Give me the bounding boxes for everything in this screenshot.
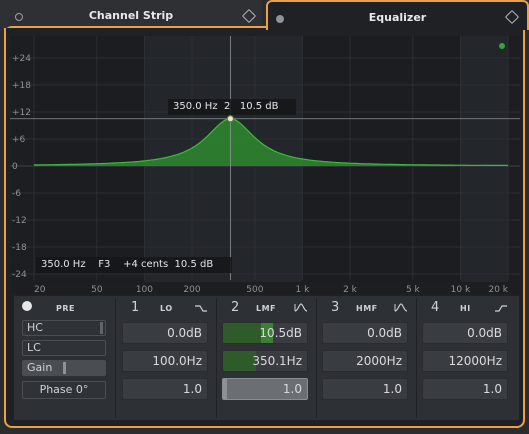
low-shelf-icon[interactable]: [194, 302, 208, 314]
band-1: 1 LO 0.0dB 100.0Hz 1.0: [118, 296, 216, 420]
gain-slider-handle[interactable]: [63, 362, 66, 374]
high-shelf-icon[interactable]: [494, 302, 508, 314]
band-number: 3: [331, 300, 340, 315]
y-axis-label: -12: [12, 216, 27, 226]
band-4-freq-field[interactable]: 12000Hz: [422, 350, 508, 372]
hc-label: HC: [27, 321, 43, 334]
gain-slider[interactable]: Gain: [22, 360, 106, 376]
band-2-gain-field[interactable]: 10.5dB: [222, 322, 308, 344]
band-number: 2: [231, 300, 240, 315]
field-value: 1.0: [282, 382, 302, 396]
pre-label: PRE: [56, 304, 75, 313]
divider: [416, 298, 417, 418]
gain-fill-base: [223, 323, 261, 343]
field-value: 1.0: [382, 382, 402, 396]
phase-button[interactable]: Phase 0°: [22, 381, 106, 399]
y-axis-label: +12: [12, 108, 31, 118]
cursor-readout: 350.0 Hz F3 +4 cents 10.5 dB: [36, 257, 232, 273]
q-fill: [223, 379, 227, 399]
x-axis-label: 500: [246, 285, 263, 294]
x-axis-label: 2 k: [343, 285, 358, 294]
band-3-q-field[interactable]: 1.0: [322, 378, 408, 400]
phase-label: Phase 0°: [39, 383, 89, 396]
band-1-freq-field[interactable]: 100.0Hz: [122, 350, 208, 372]
field-value: 2000Hz: [356, 354, 402, 368]
eq-control-panel: PRE HC LC Gain Phase 0° 1 LO 0.0dB 100.0…: [14, 296, 519, 420]
band-4-gain-field[interactable]: 0.0dB: [422, 322, 508, 344]
y-axis-label: +6: [12, 135, 26, 145]
divider: [216, 298, 217, 418]
pre-section: PRE HC LC Gain Phase 0°: [14, 296, 114, 420]
divider: [115, 298, 116, 418]
hover-readout: 350.0 Hz 2 10.5 dB: [168, 99, 296, 115]
band-2-q-field[interactable]: 1.0: [222, 378, 308, 400]
status-led: [499, 43, 505, 49]
band-name: HMF: [356, 304, 378, 313]
field-value: 0.0dB: [467, 326, 502, 340]
band-3-freq-field[interactable]: 2000Hz: [322, 350, 408, 372]
hc-indicator: [100, 322, 103, 334]
band-name: HI: [460, 304, 471, 313]
cursor-gain: 10.5 dB: [174, 259, 214, 270]
eq-curve-display[interactable]: +24 +18 +12 +6 0 -6 -12 -18 -24 20 50 100 200 500 1 k…: [10, 36, 520, 294]
gain-label: Gain: [27, 361, 53, 374]
field-value: 0.0dB: [167, 326, 202, 340]
y-axis-label: -18: [12, 243, 27, 253]
y-axis-label: +24: [12, 54, 31, 64]
band-2-handle: [226, 115, 234, 123]
band-1-gain-field[interactable]: 0.0dB: [122, 322, 208, 344]
tab-title: Equalizer: [368, 11, 427, 24]
hover-gain: 10.5 dB: [239, 101, 279, 112]
lc-label: LC: [27, 341, 41, 354]
y-axis-label: 0: [12, 162, 18, 172]
band-4-q-field[interactable]: 1.0: [422, 378, 508, 400]
band-2-freq-field[interactable]: 350.1Hz: [222, 350, 308, 372]
band-4: 4 HI 0.0dB 12000Hz 1.0: [418, 296, 516, 420]
field-value: 1.0: [482, 382, 502, 396]
band-name: LO: [160, 304, 173, 313]
x-axis-label: 20 k: [488, 285, 508, 294]
field-value: 0.0dB: [367, 326, 402, 340]
band-name: LMF: [256, 304, 277, 313]
frequency-band-bg: [302, 36, 461, 282]
x-axis-label: 10 k: [451, 285, 471, 294]
divider: [316, 298, 317, 418]
x-axis-label: 50: [91, 285, 103, 294]
x-axis-label: 200: [183, 285, 200, 294]
y-axis-label: -24: [12, 270, 27, 280]
band-2: 2 LMF 10.5dB 350.1Hz 1.0: [218, 296, 316, 420]
band-number: 4: [431, 300, 440, 315]
cursor-freq: 350.0 Hz: [41, 259, 86, 270]
tab-equalizer[interactable]: Equalizer: [266, 0, 529, 30]
tab-title: Channel Strip: [88, 9, 174, 22]
field-value: 350.1Hz: [252, 354, 302, 368]
hc-button[interactable]: HC: [22, 320, 106, 336]
field-value: 12000Hz: [448, 354, 503, 368]
peak-icon[interactable]: [394, 302, 408, 314]
hover-band: 2: [223, 101, 231, 112]
peak-icon[interactable]: [294, 302, 308, 314]
x-axis-label: 1 k: [296, 285, 311, 294]
band-number: 1: [131, 300, 140, 315]
cursor-cents: +4 cents: [123, 259, 169, 270]
band-1-q-field[interactable]: 1.0: [122, 378, 208, 400]
band-3-gain-field[interactable]: 0.0dB: [322, 322, 408, 344]
field-value: 1.0: [182, 382, 202, 396]
x-axis-label: 100: [136, 285, 153, 294]
y-axis-label: -6: [12, 189, 21, 199]
cursor-note: F3: [98, 259, 111, 270]
frequency-band-bg: [34, 36, 145, 282]
x-axis-label: 20: [34, 285, 46, 294]
x-axis-label: 5 k: [406, 285, 421, 294]
frequency-band-bg: [460, 36, 508, 282]
power-icon[interactable]: [22, 301, 32, 311]
band-3: 3 HMF 0.0dB 2000Hz 1.0: [318, 296, 416, 420]
lc-button[interactable]: LC: [22, 340, 106, 356]
field-value: 10.5dB: [259, 326, 302, 340]
hover-freq: 350.0 Hz: [173, 101, 218, 112]
y-axis-label: +18: [12, 81, 31, 91]
field-value: 100.0Hz: [152, 354, 202, 368]
